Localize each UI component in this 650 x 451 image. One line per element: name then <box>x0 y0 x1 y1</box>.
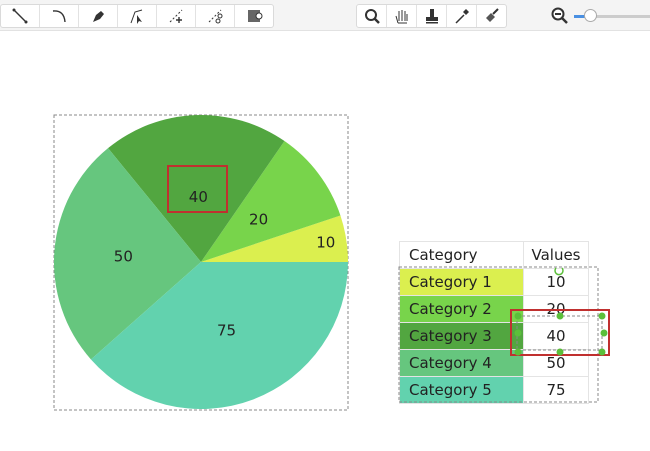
table-row[interactable]: Category 1 10 <box>399 268 589 296</box>
value-cell[interactable]: 20 <box>523 295 589 323</box>
slice-label: 10 <box>316 234 335 252</box>
header-category: Category <box>399 241 524 269</box>
value-cell[interactable]: 40 <box>523 322 589 350</box>
category-cell[interactable]: Category 1 <box>399 268 524 296</box>
table-row[interactable]: Category 3 40 <box>399 322 589 350</box>
value-cell[interactable]: 75 <box>523 376 589 404</box>
table-row[interactable]: Category 2 20 <box>399 295 589 323</box>
slice-label: 50 <box>114 248 133 266</box>
value-cell[interactable]: 50 <box>523 349 589 377</box>
slice-label: 20 <box>249 211 268 229</box>
slice-label: 75 <box>217 321 236 339</box>
table-header-row: Category Values <box>399 241 589 269</box>
category-cell[interactable]: Category 4 <box>399 349 524 377</box>
table-row[interactable]: Category 4 50 <box>399 349 589 377</box>
category-cell[interactable]: Category 3 <box>399 322 524 350</box>
category-cell[interactable]: Category 5 <box>399 376 524 404</box>
header-values: Values <box>523 241 589 269</box>
table-row[interactable]: Category 5 75 <box>399 376 589 404</box>
category-cell[interactable]: Category 2 <box>399 295 524 323</box>
slice-label: 40 <box>189 188 208 206</box>
value-cell[interactable]: 10 <box>523 268 589 296</box>
data-table: Category Values Category 1 10 Category 2 20… <box>399 241 589 404</box>
